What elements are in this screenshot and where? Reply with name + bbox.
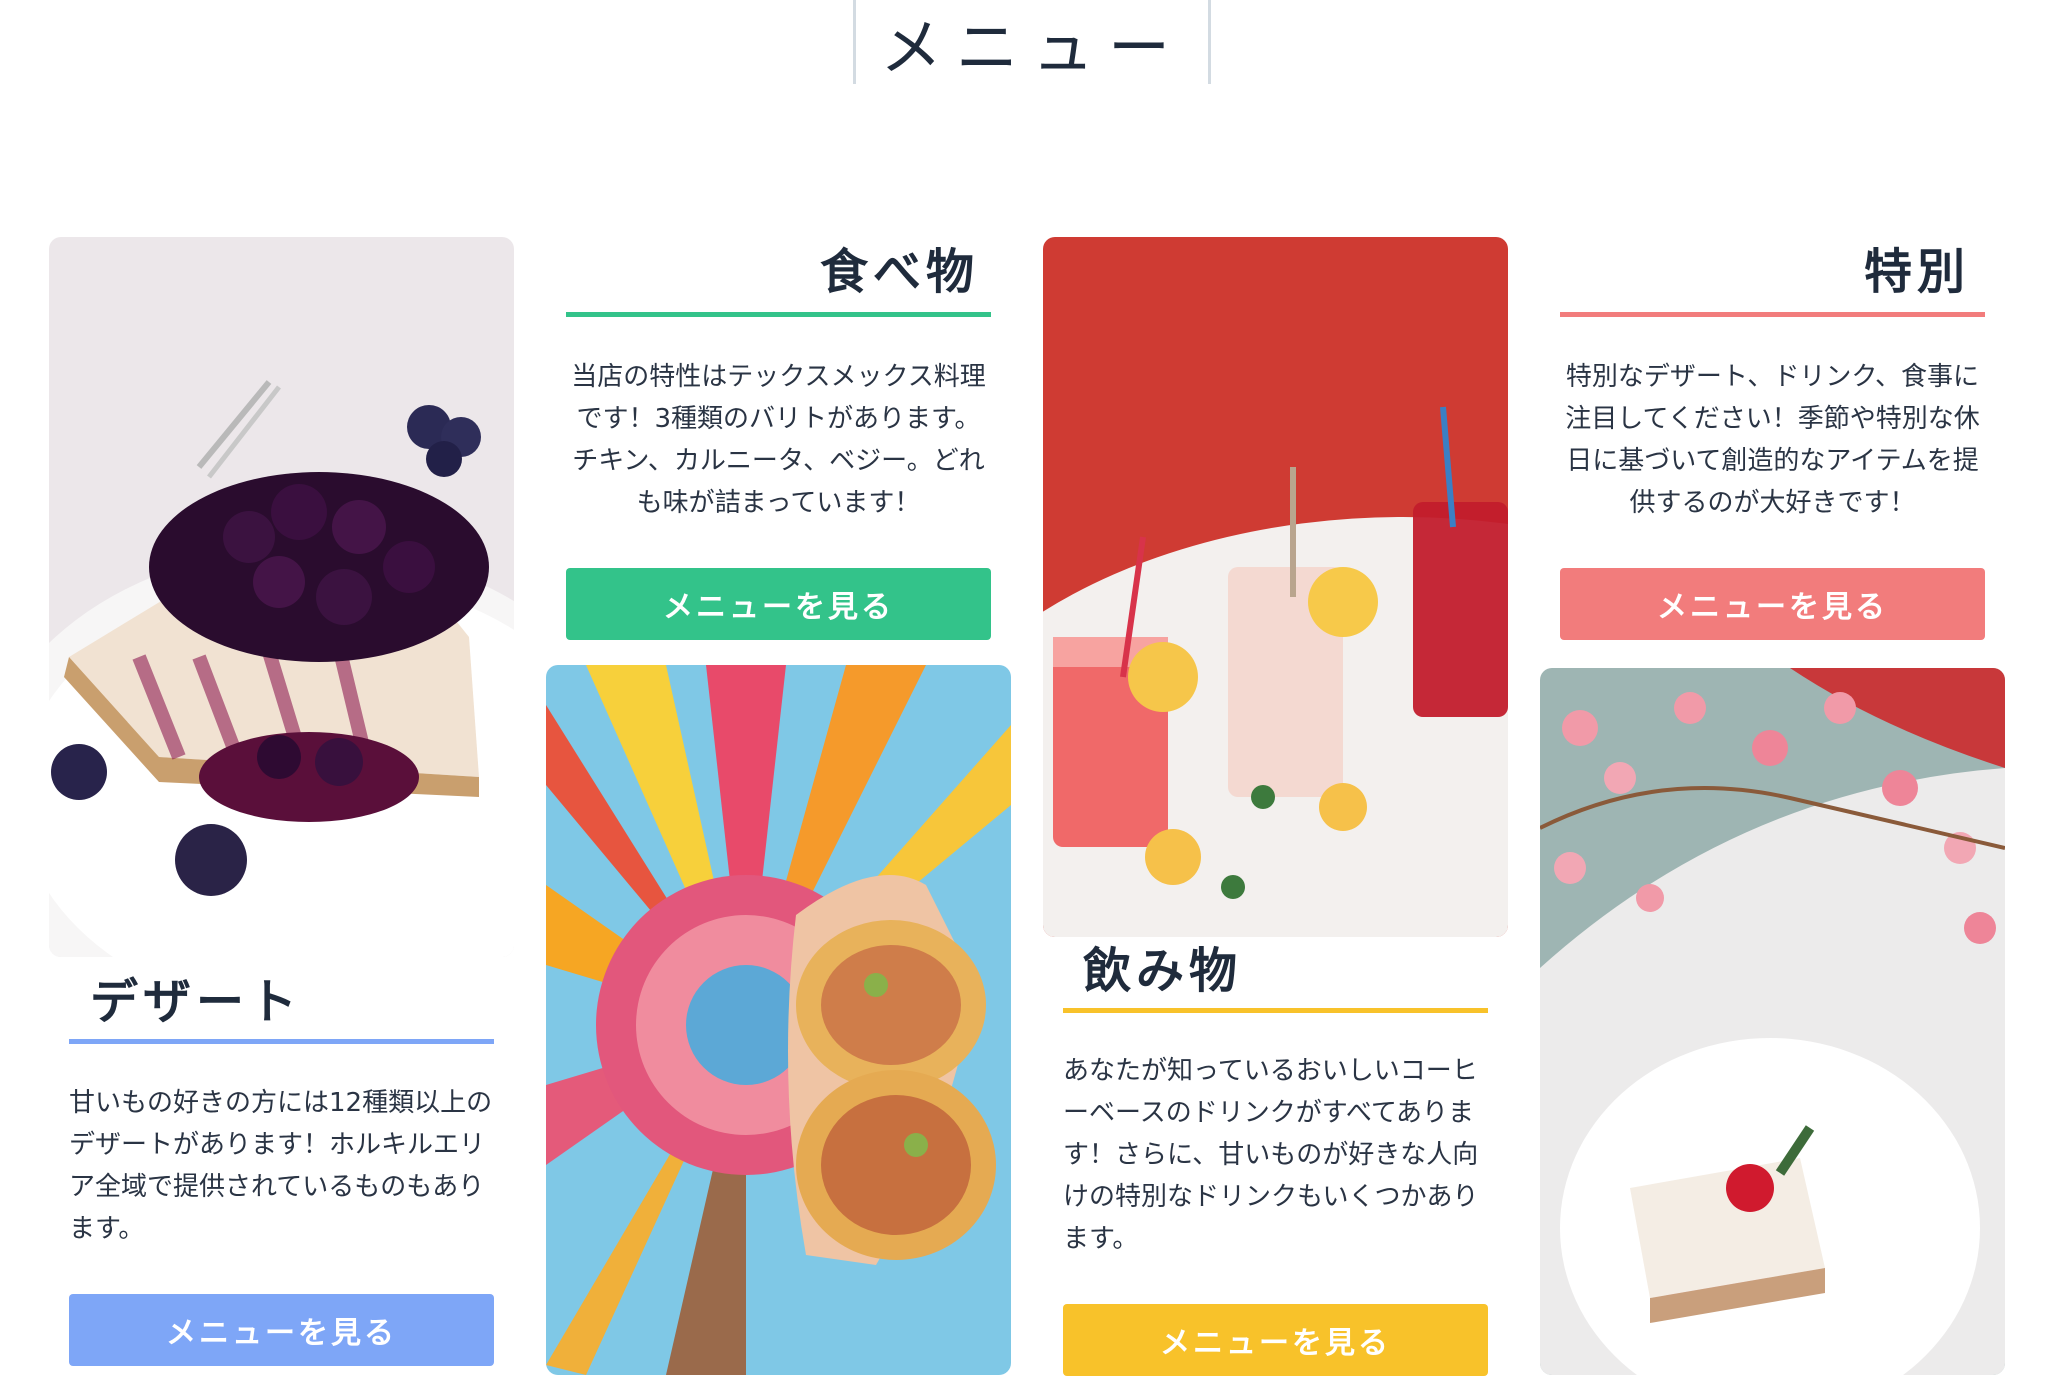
food-view-menu-button[interactable]: メニューを見る (566, 568, 991, 640)
special-heading-rule (1560, 312, 1985, 317)
drinks-view-menu-button[interactable]: メニューを見る (1063, 1304, 1488, 1376)
special-photo (1540, 668, 2005, 1375)
drinks-heading: 飲み物 (1083, 943, 1243, 999)
dessert-view-menu-button[interactable]: メニューを見る (69, 1294, 494, 1366)
special-view-menu-button[interactable]: メニューを見る (1560, 568, 1985, 640)
drinks-description: あなたが知っているおいしいコーヒーベースのドリンクがすべてあります！さらに、甘い… (1063, 1056, 1479, 1254)
dessert-photo (49, 237, 514, 957)
food-photo (546, 665, 1011, 1375)
page-title: メニュー (853, 0, 1211, 84)
dessert-heading: デザート (90, 974, 303, 1030)
special-heading: 特別 (1864, 244, 1971, 300)
food-heading: 食べ物 (820, 244, 980, 300)
special-description: 特別なデザート、ドリンク、食事に注目してください！季節や特別な休日に基づいて創造… (1565, 362, 1980, 518)
dessert-heading-rule (69, 1039, 494, 1044)
dessert-description: 甘いもの好きの方には12種類以上のデザートがあります！ホルキルエリア全域で提供さ… (69, 1088, 493, 1244)
drinks-heading-rule (1063, 1008, 1488, 1013)
drinks-photo (1043, 237, 1508, 937)
food-description: 当店の特性はテックスメックス料理です！3種類のバリトがあります。チキン、カルニー… (571, 362, 986, 518)
food-heading-rule (566, 312, 991, 317)
